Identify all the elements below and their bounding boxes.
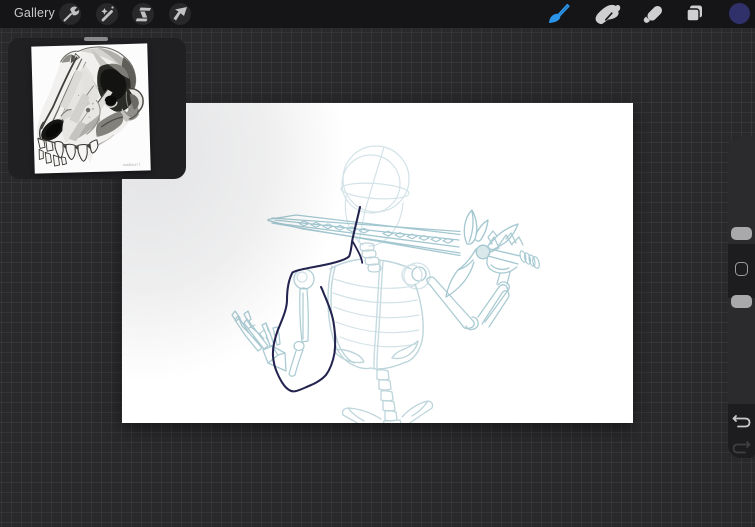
- svg-text:madison f.: madison f.: [123, 162, 142, 168]
